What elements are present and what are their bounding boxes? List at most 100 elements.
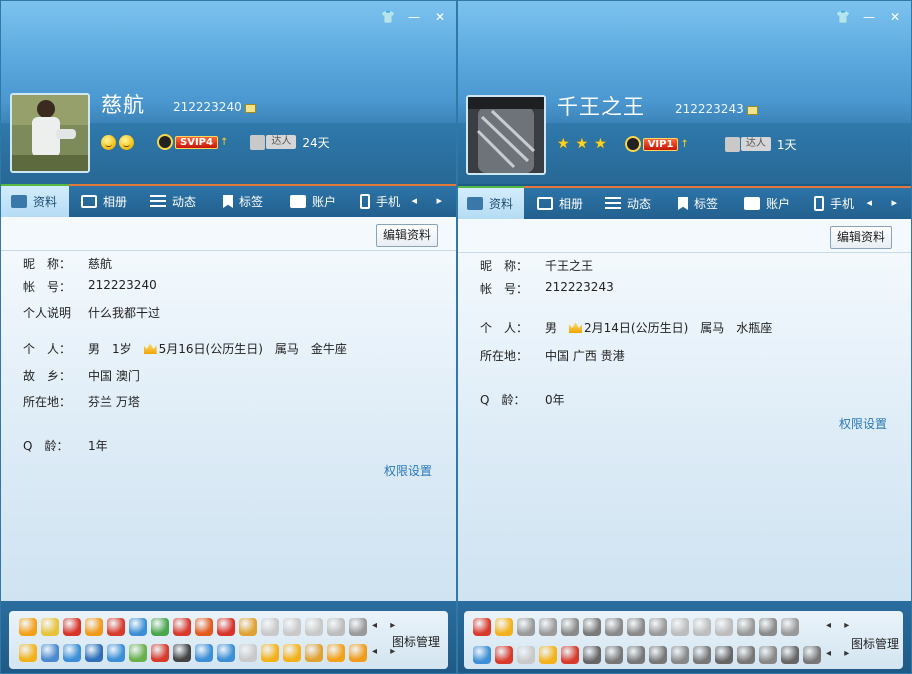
tab-scroll-arrows[interactable]: ◂ ▸ xyxy=(411,194,450,207)
app-icon[interactable] xyxy=(583,618,601,636)
app-icon[interactable] xyxy=(627,646,645,664)
app-icon[interactable] xyxy=(781,618,799,636)
app-icon[interactable] xyxy=(649,618,667,636)
tab-feed[interactable]: 动态 xyxy=(605,188,651,219)
app-icon[interactable] xyxy=(781,646,799,664)
app-icon[interactable] xyxy=(737,618,755,636)
edit-profile-button[interactable]: 编辑资料 xyxy=(375,224,438,247)
app-icon[interactable] xyxy=(129,644,147,662)
tab-account[interactable]: 账户 xyxy=(290,186,336,217)
app-icon[interactable] xyxy=(561,646,579,664)
icon-manager-button[interactable]: 图标管理 xyxy=(392,633,440,650)
qq-number-icon[interactable] xyxy=(747,106,758,115)
app-icon[interactable] xyxy=(517,618,535,636)
app-icon[interactable] xyxy=(649,646,667,664)
app-icon[interactable] xyxy=(283,644,301,662)
app-icon[interactable] xyxy=(605,618,623,636)
app-icon[interactable] xyxy=(349,618,367,636)
star-icon[interactable]: ★ xyxy=(576,136,589,152)
tab-scroll-arrows[interactable]: ◂ ▸ xyxy=(866,196,905,209)
tab-album[interactable]: 相册 xyxy=(81,186,127,217)
tab-account[interactable]: 账户 xyxy=(744,188,790,219)
app-icon[interactable] xyxy=(715,618,733,636)
app-icon[interactable] xyxy=(671,618,689,636)
app-icon[interactable] xyxy=(715,646,733,664)
app-icon[interactable] xyxy=(737,646,755,664)
tab-profile[interactable]: 资料 xyxy=(458,186,524,219)
app-icon[interactable] xyxy=(239,618,257,636)
app-icon[interactable] xyxy=(693,618,711,636)
app-icon[interactable] xyxy=(327,644,345,662)
app-icon[interactable] xyxy=(41,618,59,636)
minimize-button[interactable]: — xyxy=(861,9,877,25)
app-icon[interactable] xyxy=(327,618,345,636)
tray-scroll-arrows[interactable]: ◂ ▸ xyxy=(372,620,400,631)
app-icon[interactable] xyxy=(605,646,623,664)
edit-profile-button[interactable]: 编辑资料 xyxy=(829,226,892,249)
icon-manager-button[interactable]: 图标管理 xyxy=(851,635,899,652)
skin-icon[interactable]: 👕 xyxy=(380,9,396,25)
app-icon[interactable] xyxy=(473,618,491,636)
app-icon[interactable] xyxy=(151,618,169,636)
app-icon[interactable] xyxy=(671,646,689,664)
app-icon[interactable] xyxy=(129,618,147,636)
app-icon[interactable] xyxy=(803,646,821,664)
app-icon[interactable] xyxy=(107,618,125,636)
permission-settings-link[interactable]: 权限设置 xyxy=(839,415,887,432)
avatar[interactable] xyxy=(10,93,90,173)
app-icon[interactable] xyxy=(349,644,367,662)
app-icon[interactable] xyxy=(173,618,191,636)
app-icon[interactable] xyxy=(759,618,777,636)
app-icon[interactable] xyxy=(261,618,279,636)
app-icon[interactable] xyxy=(305,644,323,662)
app-icon[interactable] xyxy=(495,618,513,636)
tray-scroll-arrows[interactable]: ◂ ▸ xyxy=(826,648,854,659)
qq-number-icon[interactable] xyxy=(245,104,256,113)
app-icon[interactable] xyxy=(261,644,279,662)
app-icon[interactable] xyxy=(41,644,59,662)
tab-feed[interactable]: 动态 xyxy=(150,186,196,217)
daren-badge[interactable]: 达人 xyxy=(724,136,771,152)
tray-scroll-arrows[interactable]: ◂ ▸ xyxy=(826,620,854,631)
star-icon[interactable]: ★ xyxy=(557,136,570,152)
permission-settings-link[interactable]: 权限设置 xyxy=(384,462,432,479)
app-icon[interactable] xyxy=(151,644,169,662)
tab-phone[interactable]: 手机 xyxy=(360,186,400,217)
app-icon[interactable] xyxy=(759,646,777,664)
skin-icon[interactable]: 👕 xyxy=(835,9,851,25)
app-icon[interactable] xyxy=(85,644,103,662)
app-icon[interactable] xyxy=(627,618,645,636)
app-icon[interactable] xyxy=(693,646,711,664)
tab-profile[interactable]: 资料 xyxy=(1,184,69,217)
smiley-icon[interactable] xyxy=(101,134,116,150)
vip-badge[interactable]: VIP1 ↑ xyxy=(624,136,689,152)
tab-tags[interactable]: 标签 xyxy=(223,186,263,217)
app-icon[interactable] xyxy=(85,618,103,636)
app-icon[interactable] xyxy=(305,618,323,636)
close-button[interactable]: ✕ xyxy=(432,9,448,25)
star-icon[interactable]: ★ xyxy=(594,136,607,152)
app-icon[interactable] xyxy=(539,646,557,664)
minimize-button[interactable]: — xyxy=(406,9,422,25)
app-icon[interactable] xyxy=(495,646,513,664)
app-icon[interactable] xyxy=(561,618,579,636)
app-icon[interactable] xyxy=(173,644,191,662)
app-icon[interactable] xyxy=(195,644,213,662)
app-icon[interactable] xyxy=(239,644,257,662)
tab-album[interactable]: 相册 xyxy=(537,188,583,219)
app-icon[interactable] xyxy=(19,644,37,662)
tab-tags[interactable]: 标签 xyxy=(678,188,718,219)
daren-badge[interactable]: 达人 xyxy=(250,134,297,150)
app-icon[interactable] xyxy=(539,618,557,636)
app-icon[interactable] xyxy=(283,618,301,636)
app-icon[interactable] xyxy=(63,618,81,636)
close-button[interactable]: ✕ xyxy=(887,9,903,25)
app-icon[interactable] xyxy=(63,644,81,662)
avatar[interactable] xyxy=(466,95,546,175)
tab-phone[interactable]: 手机 xyxy=(814,188,854,219)
app-icon[interactable] xyxy=(517,646,535,664)
vip-badge[interactable]: SVIP4 ↑ xyxy=(157,134,228,150)
app-icon[interactable] xyxy=(217,644,235,662)
app-icon[interactable] xyxy=(107,644,125,662)
app-icon[interactable] xyxy=(217,618,235,636)
